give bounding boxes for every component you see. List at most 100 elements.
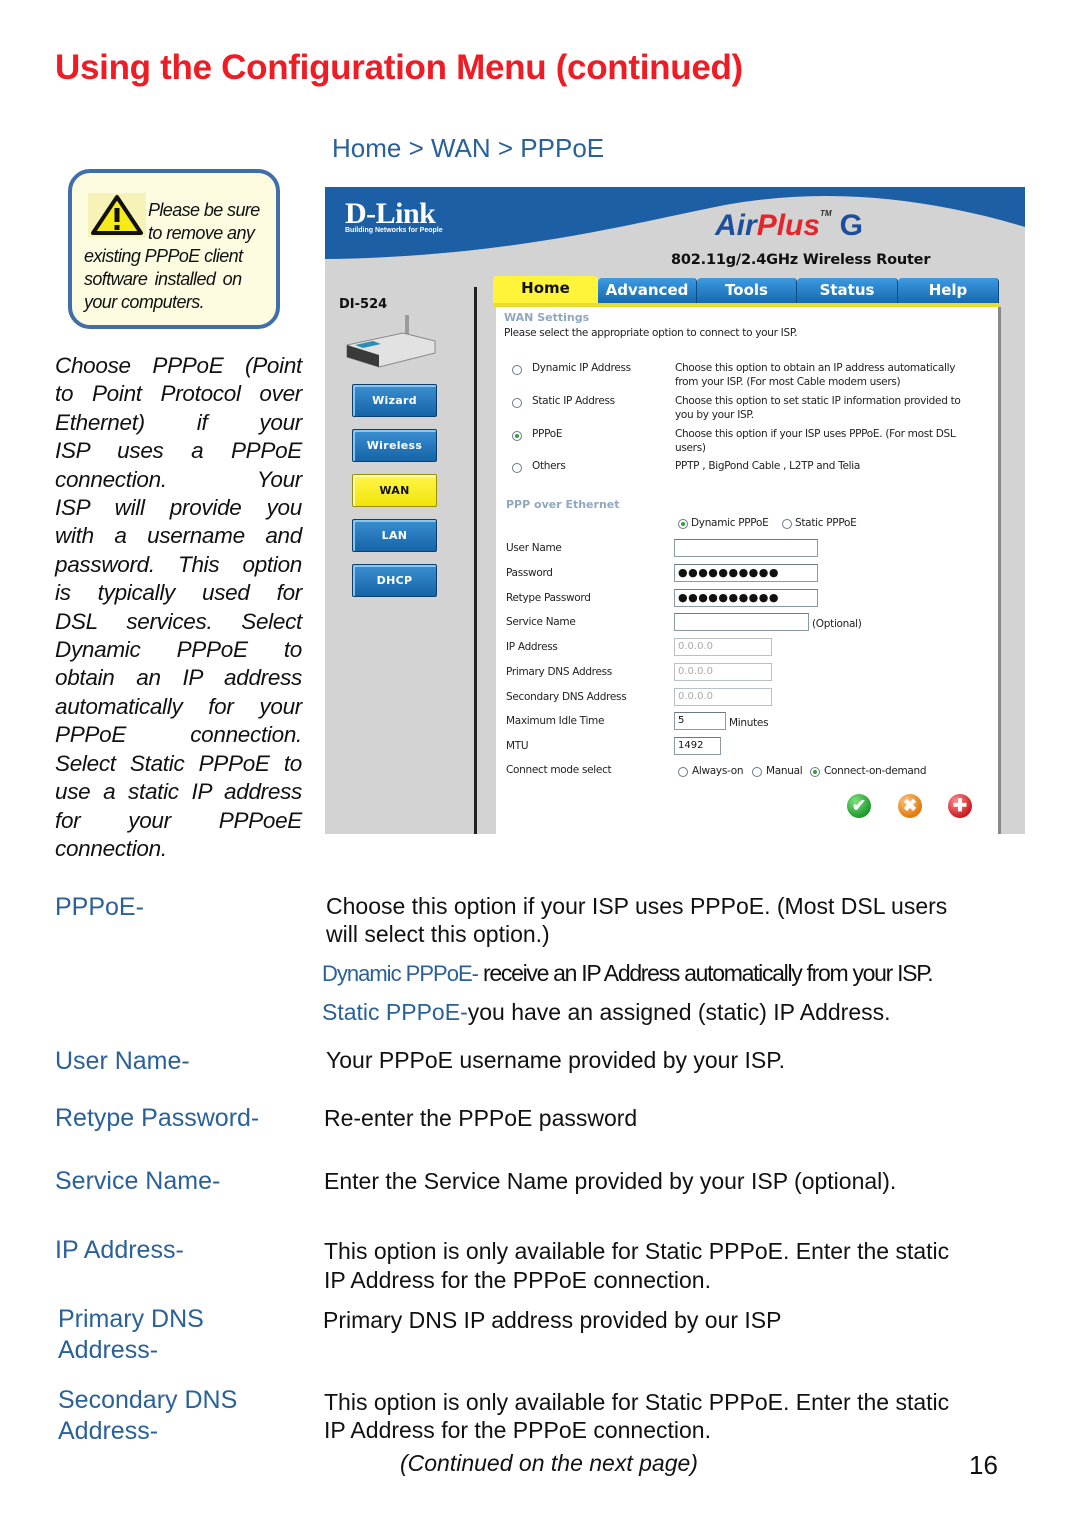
user-name-input[interactable] [674, 539, 818, 557]
router-screenshot: D-Link Building Networks for People AirP… [325, 187, 1025, 834]
def-ip-address-line: This option is only available for Static… [324, 1238, 950, 1264]
side-line: Dynamic PPPoE to [55, 637, 302, 663]
plus-icon[interactable]: ✚ [948, 794, 972, 818]
def-pppoe-line: Choose this option if your ISP uses PPPo… [326, 893, 948, 919]
sub-desc-static: you have an assigned (static) IP Address… [467, 999, 891, 1025]
static-pppoe-label: Static PPPoE [795, 517, 857, 529]
sidebar-button-wizard[interactable]: Wizard [352, 384, 437, 417]
term-pppoe: PPPoE- [55, 893, 144, 921]
note-line: to remove any [148, 223, 255, 243]
side-line: for your PPPoeE [55, 807, 302, 833]
warning-icon [88, 193, 146, 237]
service-name-label: Service Name [506, 616, 576, 628]
max-idle-time-input[interactable]: 5 [674, 712, 726, 730]
def-service-name: Enter the Service Name provided by your … [324, 1168, 897, 1194]
tab-help[interactable]: Help [898, 278, 999, 303]
connect-on-demand-label: Connect-on-demand [824, 765, 927, 777]
primary-dns-label: Primary DNS Address [506, 666, 612, 678]
airplus-air: Air [715, 209, 757, 242]
dlink-logo: D-Link [345, 197, 436, 230]
wan-settings-instruction: Please select the appropriate option to … [504, 327, 798, 339]
always-on-label: Always-on [692, 765, 744, 777]
radio-connect-on-demand[interactable] [810, 767, 820, 777]
side-line: is typically used for [55, 580, 302, 606]
option-desc: you by your ISP. [675, 409, 754, 421]
mtu-input[interactable]: 1492 [674, 737, 721, 755]
term-service-name: Service Name- [55, 1167, 221, 1195]
primary-dns-input[interactable]: 0.0.0.0 [674, 663, 772, 681]
secondary-dns-input[interactable]: 0.0.0.0 [674, 688, 772, 706]
sidebar-button-wireless[interactable]: Wireless [352, 429, 437, 462]
option-desc: Choose this option to obtain an IP addre… [675, 362, 956, 374]
option-desc: Choose this option to set static IP info… [675, 395, 961, 407]
side-line: password. This option [55, 551, 302, 577]
wan-settings-panel: WAN Settings Please select the appropria… [496, 307, 1001, 834]
tab-home[interactable]: Home [493, 276, 598, 303]
note-line: your computers. [84, 292, 205, 312]
main-tabs: Home Advanced Tools Status Help [493, 276, 1000, 305]
sub-desc-dynamic: receive an IP Address automatically from… [477, 960, 934, 986]
airplus-tm: TM [820, 209, 832, 218]
sidebar-button-lan[interactable]: LAN [352, 519, 437, 552]
airplus-plus: Plus [756, 209, 821, 242]
page-number: 16 [969, 1450, 998, 1480]
term-secondary-dns: Secondary DNS [58, 1386, 238, 1414]
option-desc: PPTP , BigPond Cable , L2TP and Telia [675, 460, 861, 472]
radio-always-on[interactable] [678, 767, 688, 777]
service-name-input[interactable] [674, 613, 809, 631]
sub-term-dynamic: Dynamic PPPoE- [322, 961, 479, 986]
minutes-label: Minutes [729, 717, 769, 729]
radio-dynamic-pppoe[interactable] [678, 519, 688, 529]
retype-password-input[interactable]: ●●●●●●●●●● [674, 589, 818, 607]
x-icon[interactable]: ✖ [898, 794, 922, 818]
def-primary-dns: Primary DNS IP address provided by our I… [323, 1307, 782, 1333]
side-line: use a static IP address [55, 779, 302, 805]
sidebar-button-wan[interactable]: WAN [352, 474, 437, 507]
def-secondary-dns-line: This option is only available for Static… [324, 1389, 950, 1415]
radio-pppoe[interactable] [512, 431, 522, 441]
term-secondary-dns-2: Address- [58, 1417, 159, 1445]
tab-status[interactable]: Status [797, 278, 898, 303]
radio-static-pppoe[interactable] [782, 519, 792, 529]
option-label: Static IP Address [532, 395, 615, 407]
side-line: connection. [55, 835, 167, 861]
warning-note: Please be sure to remove any existing PP… [68, 169, 280, 329]
mtu-label: MTU [506, 740, 529, 752]
option-desc: Choose this option if your ISP uses PPPo… [675, 428, 956, 440]
max-idle-time-label: Maximum Idle Time [506, 715, 605, 727]
option-label: PPPoE [532, 428, 563, 440]
sidebar-button-dhcp[interactable]: DHCP [352, 564, 437, 597]
def-user-name: Your PPPoE username provided by your ISP… [326, 1047, 786, 1073]
def-ip-address-line: IP Address for the PPPoE connection. [324, 1267, 711, 1293]
side-line: PPPoE connection. [55, 722, 302, 748]
tab-advanced[interactable]: Advanced [598, 278, 697, 303]
option-label: Others [532, 460, 566, 472]
radio-static-ip[interactable] [512, 398, 522, 408]
ip-address-input[interactable]: 0.0.0.0 [674, 638, 772, 656]
radio-manual[interactable] [752, 767, 762, 777]
password-input[interactable]: ●●●●●●●●●● [674, 564, 818, 582]
secondary-dns-label: Secondary DNS Address [506, 691, 627, 703]
manual-label: Manual [766, 765, 803, 777]
check-icon[interactable]: ✔ [847, 794, 871, 818]
radio-dynamic-ip[interactable] [512, 365, 522, 375]
user-name-label: User Name [506, 542, 562, 554]
right-margin [1001, 287, 1025, 834]
airplus-g: G [839, 209, 863, 242]
wan-settings-title: WAN Settings [504, 311, 590, 324]
sub-term-static: Static PPPoE- [322, 999, 468, 1025]
side-line: ISP uses a PPPoE [55, 438, 302, 464]
password-label: Password [506, 567, 553, 579]
term-primary-dns-2: Address- [58, 1336, 159, 1364]
sidebar-divider [474, 287, 477, 834]
tab-tools[interactable]: Tools [697, 278, 797, 303]
router-device-icon [346, 315, 436, 368]
ip-address-label: IP Address [506, 641, 558, 653]
side-line: Ethernet) if your [55, 409, 302, 435]
breadcrumb: Home > WAN > PPPoE [332, 133, 605, 163]
side-line: to Point Protocol over [55, 381, 302, 407]
pppoe-section-title: PPP over Ethernet [506, 498, 620, 511]
side-line: DSL services. Select [55, 608, 302, 634]
continued-note: (Continued on the next page) [400, 1450, 698, 1476]
radio-others[interactable] [512, 463, 522, 473]
